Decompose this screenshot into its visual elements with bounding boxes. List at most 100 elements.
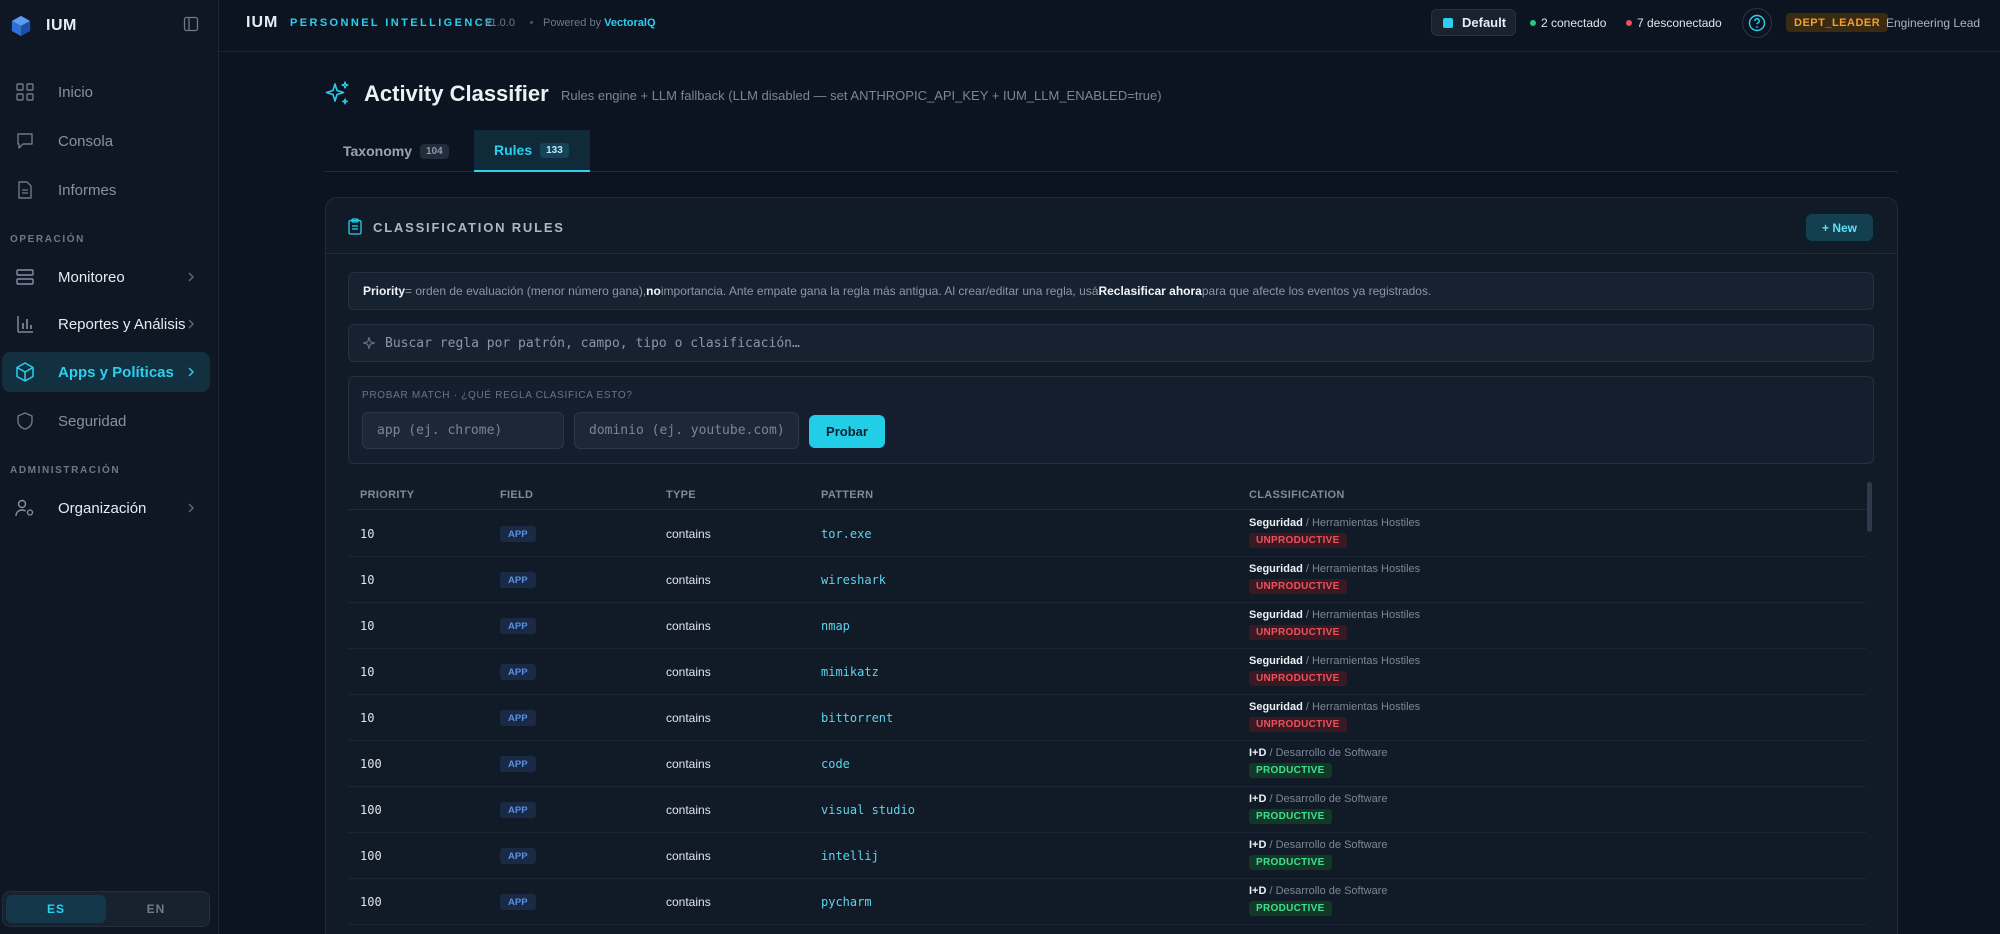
chevron-right-icon bbox=[188, 319, 194, 329]
sidebar-collapse-icon[interactable] bbox=[183, 16, 199, 32]
rule-type: contains bbox=[666, 527, 711, 541]
sidebar-item-apps-politicas[interactable]: Apps y Políticas bbox=[2, 352, 210, 392]
rule-classification: I+D / Desarrollo de Software bbox=[1249, 885, 1388, 897]
shield-icon bbox=[17, 412, 33, 430]
bar-chart-icon bbox=[17, 316, 33, 333]
sidebar-item-informes[interactable]: Informes bbox=[2, 170, 210, 210]
rule-field-badge: APP bbox=[500, 572, 536, 588]
rule-pattern: visual studio bbox=[821, 803, 915, 817]
rule-pattern: nmap bbox=[821, 619, 850, 633]
table-row[interactable]: 100 APP contains intellij I+D / Desarrollo d… bbox=[348, 833, 1866, 879]
probe-domain-input[interactable] bbox=[574, 412, 799, 449]
connected-status: 2 conectado bbox=[1530, 16, 1606, 30]
table-row[interactable]: 10 APP contains wireshark Seguridad / Herram… bbox=[348, 557, 1866, 603]
classification-rules-card: CLASSIFICATION RULES + New Priority = or… bbox=[325, 197, 1898, 934]
help-icon bbox=[1748, 14, 1766, 32]
rule-type: contains bbox=[666, 619, 711, 633]
rule-classification: I+D / Desarrollo de Software bbox=[1249, 839, 1388, 851]
lang-es-button[interactable]: ES bbox=[6, 895, 106, 923]
table-scrollbar[interactable] bbox=[1867, 482, 1872, 532]
productivity-badge: UNPRODUCTIVE bbox=[1249, 533, 1347, 548]
rule-type: contains bbox=[666, 573, 711, 587]
rule-classification: I+D / Desarrollo de Software bbox=[1249, 747, 1388, 759]
rule-pattern: code bbox=[821, 757, 850, 771]
priority-note: Priority = orden de evaluación (menor nú… bbox=[348, 272, 1874, 310]
table-row[interactable]: 10 APP contains tor.exe Seguridad / Herramie… bbox=[348, 511, 1866, 557]
user-settings-icon bbox=[15, 499, 34, 517]
table-row[interactable]: 10 APP contains mimikatz Seguridad / Herrami… bbox=[348, 649, 1866, 695]
rule-classification: Seguridad / Herramientas Hostiles bbox=[1249, 517, 1421, 529]
help-button[interactable] bbox=[1742, 8, 1772, 38]
table-row[interactable]: 10 APP contains bittorrent Seguridad / Herra… bbox=[348, 695, 1866, 741]
table-row[interactable]: 100 APP contains code I+D / Desarrollo de So… bbox=[348, 741, 1866, 787]
grid-icon bbox=[16, 83, 34, 101]
chevron-right-icon bbox=[188, 367, 194, 377]
section-operacion: OPERACIÓN bbox=[10, 234, 85, 245]
app-version: v1.0.0 bbox=[485, 17, 515, 29]
rule-type: contains bbox=[666, 757, 711, 771]
tab-rules[interactable]: Rules 133 bbox=[474, 130, 590, 172]
tab-bar: Taxonomy 104 Rules 133 bbox=[325, 130, 1898, 172]
workspace-selector[interactable]: Default bbox=[1431, 9, 1516, 36]
rule-field-badge: APP bbox=[500, 618, 536, 634]
col-classification[interactable]: CLASSIFICATION bbox=[1249, 489, 1345, 501]
box-icon bbox=[16, 362, 34, 382]
probe-match-panel: PROBAR MATCH · ¿QUÉ REGLA CLASIFICA ESTO… bbox=[348, 376, 1874, 464]
col-pattern[interactable]: PATTERN bbox=[821, 489, 873, 501]
page-description: Rules engine + LLM fallback (LLM disable… bbox=[561, 88, 1162, 103]
sidebar-item-label: Informes bbox=[58, 181, 117, 199]
rule-priority: 100 bbox=[360, 803, 382, 817]
rule-type: contains bbox=[666, 711, 711, 725]
card-header: CLASSIFICATION RULES + New bbox=[326, 198, 1897, 254]
section-administracion: ADMINISTRACIÓN bbox=[10, 465, 121, 476]
page-title: Activity Classifier bbox=[364, 81, 549, 106]
rule-priority: 10 bbox=[360, 527, 375, 541]
table-row[interactable]: 100 APP contains pycharm I+D / Desarrollo de… bbox=[348, 879, 1866, 925]
sidebar-item-consola[interactable]: Consola bbox=[2, 121, 210, 161]
col-type[interactable]: TYPE bbox=[666, 489, 696, 501]
rule-type: contains bbox=[666, 895, 711, 909]
topbar: IUM PERSONNEL INTELLIGENCE v1.0.0 Powere… bbox=[220, 0, 2000, 52]
table-row[interactable]: 10 APP contains nmap Seguridad / Herramienta… bbox=[348, 603, 1866, 649]
sidebar-item-monitoreo[interactable]: Monitoreo bbox=[2, 257, 210, 297]
probe-app-input[interactable] bbox=[362, 412, 564, 449]
rule-priority: 10 bbox=[360, 711, 375, 725]
sidebar-item-reportes[interactable]: Reportes y Análisis bbox=[2, 304, 210, 344]
brand[interactable]: IUM bbox=[10, 14, 77, 38]
table-header: PRIORITY FIELD TYPE PATTERN CLASSIFICATI… bbox=[348, 480, 1866, 510]
rule-pattern: intellij bbox=[821, 849, 879, 863]
rule-classification: Seguridad / Herramientas Hostiles bbox=[1249, 655, 1421, 667]
search-input[interactable] bbox=[385, 335, 1873, 351]
probe-button[interactable]: Probar bbox=[809, 415, 885, 448]
sidebar-item-seguridad[interactable]: Seguridad bbox=[2, 401, 210, 441]
rule-priority: 10 bbox=[360, 619, 375, 633]
col-field[interactable]: FIELD bbox=[500, 489, 533, 501]
rule-pattern: bittorrent bbox=[821, 711, 894, 725]
status-dot-icon bbox=[1530, 20, 1536, 26]
productivity-badge: PRODUCTIVE bbox=[1249, 855, 1332, 870]
chevron-right-icon bbox=[188, 272, 194, 282]
search-bar bbox=[348, 324, 1874, 362]
rule-priority: 100 bbox=[360, 849, 382, 863]
language-switcher: ES EN bbox=[2, 891, 210, 927]
rule-priority: 10 bbox=[360, 665, 375, 679]
rule-field-badge: APP bbox=[500, 664, 536, 680]
sidebar-item-organizacion[interactable]: Organización bbox=[2, 488, 210, 528]
tab-taxonomy[interactable]: Taxonomy 104 bbox=[325, 130, 467, 172]
clipboard-icon bbox=[348, 218, 362, 235]
lang-en-button[interactable]: EN bbox=[106, 895, 206, 923]
table-row[interactable]: 100 APP contains visual studio I+D / Desarro… bbox=[348, 787, 1866, 833]
sidebar-item-label: Consola bbox=[58, 132, 114, 150]
tab-count-badge: 104 bbox=[419, 143, 449, 159]
rule-classification: Seguridad / Herramientas Hostiles bbox=[1249, 701, 1421, 713]
tab-count-badge: 133 bbox=[540, 142, 569, 158]
col-priority[interactable]: PRIORITY bbox=[360, 489, 414, 501]
card-title: CLASSIFICATION RULES bbox=[373, 220, 565, 235]
powered-brand[interactable]: VectoralQ bbox=[604, 17, 655, 29]
app-subtitle: PERSONNEL INTELLIGENCE bbox=[290, 17, 495, 29]
sidebar-item-label: Organización bbox=[58, 499, 147, 517]
new-rule-button[interactable]: + New bbox=[1806, 214, 1873, 241]
rule-type: contains bbox=[666, 849, 711, 863]
sidebar-item-inicio[interactable]: Inicio bbox=[2, 72, 210, 112]
rule-pattern: mimikatz bbox=[821, 665, 879, 679]
